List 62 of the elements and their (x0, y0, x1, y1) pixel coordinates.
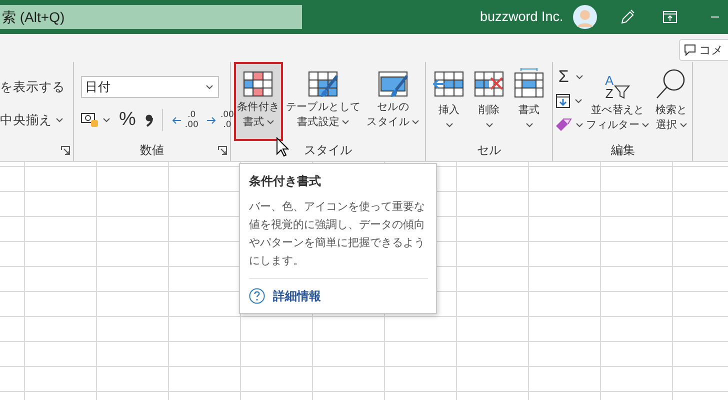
ribbon-button[interactable]: 条件付き 書式 (234, 62, 283, 141)
fill-button[interactable] (555, 92, 584, 110)
increase-decimal-button[interactable]: .0 .00 (172, 110, 198, 130)
decimal-label: .0 .00 (184, 110, 198, 130)
caret-icon (266, 120, 274, 125)
ribbon-button[interactable]: テーブルとして 書式設定 (282, 62, 364, 141)
format-cells-icon (513, 68, 546, 100)
dropdown-value: 日付 (85, 78, 111, 96)
comma-icon (144, 112, 153, 127)
comment-button[interactable]: コメ (679, 39, 728, 61)
caret-icon (642, 122, 650, 128)
caret-icon (526, 122, 533, 128)
currency-format-button[interactable] (81, 112, 110, 128)
caret-icon (103, 118, 110, 122)
group-label: 編集 (610, 142, 635, 159)
ribbon-command[interactable]: 中央揃え (0, 110, 69, 130)
caret-icon (680, 122, 687, 128)
group-label: スタイル (304, 142, 352, 159)
minimize-icon[interactable] (711, 16, 720, 18)
caret-icon (486, 122, 493, 128)
ribbon-command[interactable]: を表示する (0, 78, 69, 97)
caret-icon (446, 122, 453, 128)
ribbon-button[interactable]: A Z 並べ替えと フィルター (583, 62, 652, 141)
more-info-link[interactable]: 詳細情報 (273, 287, 321, 305)
currency-icon (81, 112, 99, 128)
arrow-icon (172, 116, 181, 124)
ribbon-button[interactable]: セルの スタイル (364, 62, 422, 141)
caret-icon (412, 120, 420, 125)
search-field[interactable]: 索 (Alt+Q) (0, 5, 302, 29)
caret-icon (342, 120, 350, 125)
dialog-launcher-icon[interactable] (218, 146, 227, 155)
group-label: セル (477, 142, 502, 159)
fill-down-icon (555, 93, 572, 109)
caret-icon (576, 74, 584, 80)
caret-icon (56, 118, 63, 123)
tooltip-text: バー、色、アイコンを使って重要な値を視覚的に強調し、データの傾向やパターンを簡単に把握できるようにします。 (249, 200, 426, 269)
dialog-launcher-icon[interactable] (61, 146, 70, 155)
sum-symbol: Σ (557, 68, 570, 86)
ribbon-button[interactable]: 挿入 (430, 62, 468, 141)
mouse-pointer-icon (276, 137, 289, 157)
account-name: buzzword Inc. (480, 8, 564, 26)
eraser-icon (555, 118, 572, 132)
ribbon-button[interactable]: 書式 (510, 62, 548, 141)
help-icon (249, 288, 265, 304)
autosum-button[interactable]: Σ (555, 68, 584, 86)
caret-icon (575, 98, 582, 104)
caret-icon (576, 122, 584, 128)
ribbon-button[interactable]: 削除 (470, 62, 508, 141)
clear-button[interactable] (555, 116, 584, 134)
comment-icon (684, 44, 696, 56)
arrow-icon (207, 116, 216, 124)
number-format-dropdown[interactable]: 日付 (81, 76, 219, 98)
avatar-icon[interactable] (573, 5, 598, 29)
percent-button[interactable]: % (119, 110, 136, 130)
decrease-decimal-button[interactable]: .00 .0 (207, 110, 234, 130)
ribbon-display-icon[interactable] (663, 11, 678, 23)
caret-icon (206, 84, 213, 90)
tooltip-title: 条件付き書式 (249, 173, 322, 190)
search-icon (655, 68, 688, 100)
ribbon-button[interactable]: 検索と 選択 (652, 62, 690, 141)
decimal-label: .00 .0 (220, 110, 234, 130)
group-label: 数値 (140, 142, 164, 159)
